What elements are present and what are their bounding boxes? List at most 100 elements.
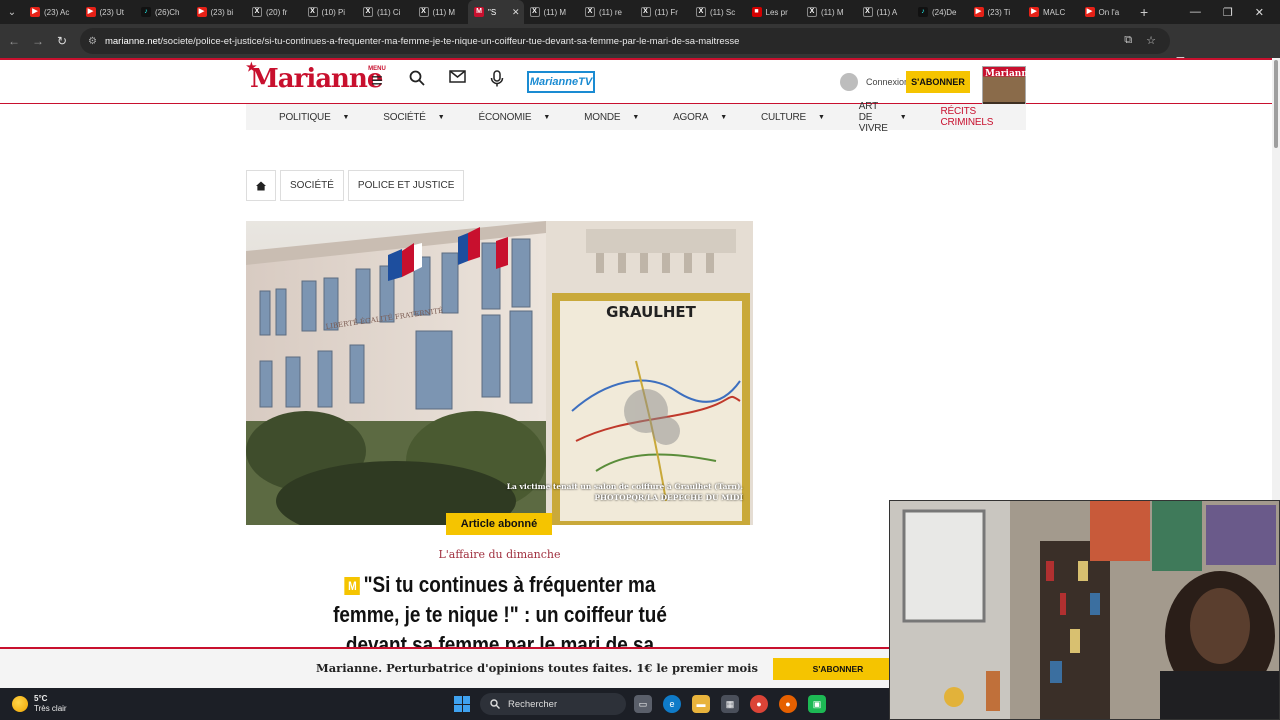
browser-toolbar: ← → ↻ ⚙ marianne.net/societe/police-et-j…: [0, 24, 1280, 69]
nav-item-label: Économie: [478, 111, 532, 123]
browser-tab[interactable]: X (11) re: [579, 0, 635, 24]
x-icon: X: [696, 7, 706, 17]
app-icon[interactable]: ▣: [808, 695, 826, 713]
browser-tab[interactable]: ▶ (23) bi: [191, 0, 247, 24]
logo-star-icon: ★: [246, 60, 257, 74]
breadcrumb-item-societe[interactable]: Société: [280, 170, 344, 201]
tab-search-button[interactable]: ⌄: [0, 0, 24, 24]
taskbar-search-icon: [490, 699, 500, 709]
nav-item[interactable]: Monde ▼: [584, 112, 639, 123]
x-icon: X: [418, 7, 429, 17]
menu-button[interactable]: MENU ≡: [366, 66, 388, 92]
login-link[interactable]: Connexion: [840, 73, 909, 91]
scrollbar-thumb[interactable]: [1274, 60, 1278, 148]
browser-tab[interactable]: ■ Les pr: [746, 0, 802, 24]
browser-tab[interactable]: X (11) Fr: [635, 0, 691, 24]
site-settings-icon[interactable]: ⚙: [88, 36, 97, 47]
promo-text: Marianne. Perturbatrice d'opinions toute…: [316, 661, 759, 675]
home-icon: [256, 180, 266, 191]
file-explorer-icon[interactable]: ▬: [692, 695, 710, 713]
restore-icon[interactable]: ❐: [1223, 6, 1233, 19]
sun-icon: [12, 696, 28, 712]
x-icon: X: [529, 7, 540, 17]
window-controls: — ❐ ✕: [1190, 6, 1280, 19]
subscribe-button[interactable]: S'ABONNER: [906, 71, 970, 93]
weather-widget[interactable]: 5°C Très clair: [12, 694, 67, 714]
site-logo[interactable]: ★ Marianne: [246, 60, 383, 94]
browser-tab[interactable]: ▶ (23) Ut: [80, 0, 136, 24]
close-window-icon[interactable]: ✕: [1255, 6, 1264, 19]
browser-tab[interactable]: ▶ (23) Ac: [24, 0, 80, 24]
nav-item[interactable]: Art de vivre ▼: [859, 101, 907, 134]
browser-tab[interactable]: M "S ✕: [468, 0, 524, 24]
task-view-icon[interactable]: ▭: [634, 695, 652, 713]
browser-tab[interactable]: ♪ (24)De: [912, 0, 968, 24]
bookmark-star-icon[interactable]: ☆: [1146, 34, 1156, 47]
hamburger-icon: ≡: [371, 70, 383, 92]
caret-down-icon: ▼: [342, 113, 350, 121]
marianne-tv-link[interactable]: MarianneTV: [527, 71, 595, 93]
edge-icon[interactable]: e: [663, 695, 681, 713]
browser-tab[interactable]: X (11) Sc: [690, 0, 746, 24]
taskbar-search[interactable]: Rechercher: [480, 693, 626, 715]
microphone-icon[interactable]: [487, 70, 507, 92]
tab-title: (23) bi: [210, 7, 234, 17]
address-bar[interactable]: ⚙ marianne.net/societe/police-et-justice…: [80, 28, 1170, 54]
nav-item[interactable]: Société ▼: [383, 112, 444, 123]
browser-tab[interactable]: X (10) Pi: [302, 0, 358, 24]
new-tab-button[interactable]: +: [1140, 4, 1148, 20]
youtube-icon: ▶: [1029, 7, 1039, 17]
browser-tab[interactable]: ▶ On l'a: [1079, 0, 1135, 24]
tab-title: MALC: [1043, 7, 1066, 17]
browser-tab[interactable]: X (20) fr: [246, 0, 302, 24]
nav-item-label: Récits criminels: [940, 106, 994, 128]
breadcrumb-home[interactable]: [246, 170, 276, 201]
tab-title: On l'a: [1098, 7, 1120, 17]
tab-title: (20) fr: [266, 7, 288, 17]
article-hero-image: GRAULHET LIBERTÉ ÉGALITÉ FRATERNITÉ La v…: [246, 221, 753, 525]
reload-icon[interactable]: ↻: [50, 34, 74, 48]
minimize-icon[interactable]: —: [1190, 6, 1201, 19]
browser-tab[interactable]: X (11) A: [857, 0, 913, 24]
nav-item-label: Monde: [584, 111, 621, 123]
nav-item[interactable]: Politique ▼: [279, 112, 349, 123]
nav-item-label: Culture: [760, 111, 807, 123]
nav-item[interactable]: Agora ▼: [673, 112, 727, 123]
close-tab-icon[interactable]: ✕: [512, 7, 520, 18]
nav-item[interactable]: Récits criminels: [941, 106, 994, 128]
newsletter-icon[interactable]: [447, 70, 467, 88]
store-icon[interactable]: ▦: [721, 695, 739, 713]
browser-tab[interactable]: X (11) M: [413, 0, 469, 24]
nav-item-label: Art de vivre: [858, 100, 888, 134]
article-kicker[interactable]: L'affaire du dimanche: [246, 548, 753, 561]
browser-tab[interactable]: X (11) Ci: [357, 0, 413, 24]
chrome-icon[interactable]: ●: [750, 695, 768, 713]
windows-start-icon[interactable]: [454, 696, 470, 712]
caret-down-icon: ▼: [437, 113, 445, 121]
browser-tab[interactable]: X (11) M: [524, 0, 580, 24]
nav-item[interactable]: Économie ▼: [479, 112, 551, 123]
youtube-icon: ▶: [30, 7, 40, 17]
caret-down-icon: ▼: [632, 113, 640, 121]
promo-subscribe-button[interactable]: S'ABONNER: [773, 658, 903, 680]
install-app-icon[interactable]: ⧉: [1124, 34, 1132, 47]
breadcrumb-item-police-justice[interactable]: Police et justice: [347, 170, 465, 201]
url-text: marianne.net/societe/police-et-justice/s…: [104, 35, 740, 47]
x-icon: X: [307, 7, 318, 17]
marianne-icon: M: [474, 7, 484, 17]
nav-item[interactable]: Culture ▼: [761, 112, 825, 123]
x-icon: X: [862, 7, 873, 17]
tab-title: (11) re: [599, 7, 622, 17]
tiktok-icon: ♪: [141, 7, 151, 17]
search-icon[interactable]: [407, 70, 427, 91]
browser-tab[interactable]: ▶ (23) Ti: [968, 0, 1024, 24]
browser-tab[interactable]: ♪ (26)Ch: [135, 0, 191, 24]
firefox-icon[interactable]: ●: [779, 695, 797, 713]
caret-down-icon: ▼: [899, 113, 907, 121]
browser-tab[interactable]: X (11) M: [801, 0, 857, 24]
breadcrumb: Société Police et justice: [246, 170, 468, 201]
browser-tab[interactable]: ▶ MALC: [1023, 0, 1079, 24]
forward-icon[interactable]: →: [26, 34, 50, 48]
site-header: ★ Marianne MENU ≡ MarianneTV Connexion S…: [0, 60, 1272, 126]
back-icon[interactable]: ←: [2, 34, 26, 48]
